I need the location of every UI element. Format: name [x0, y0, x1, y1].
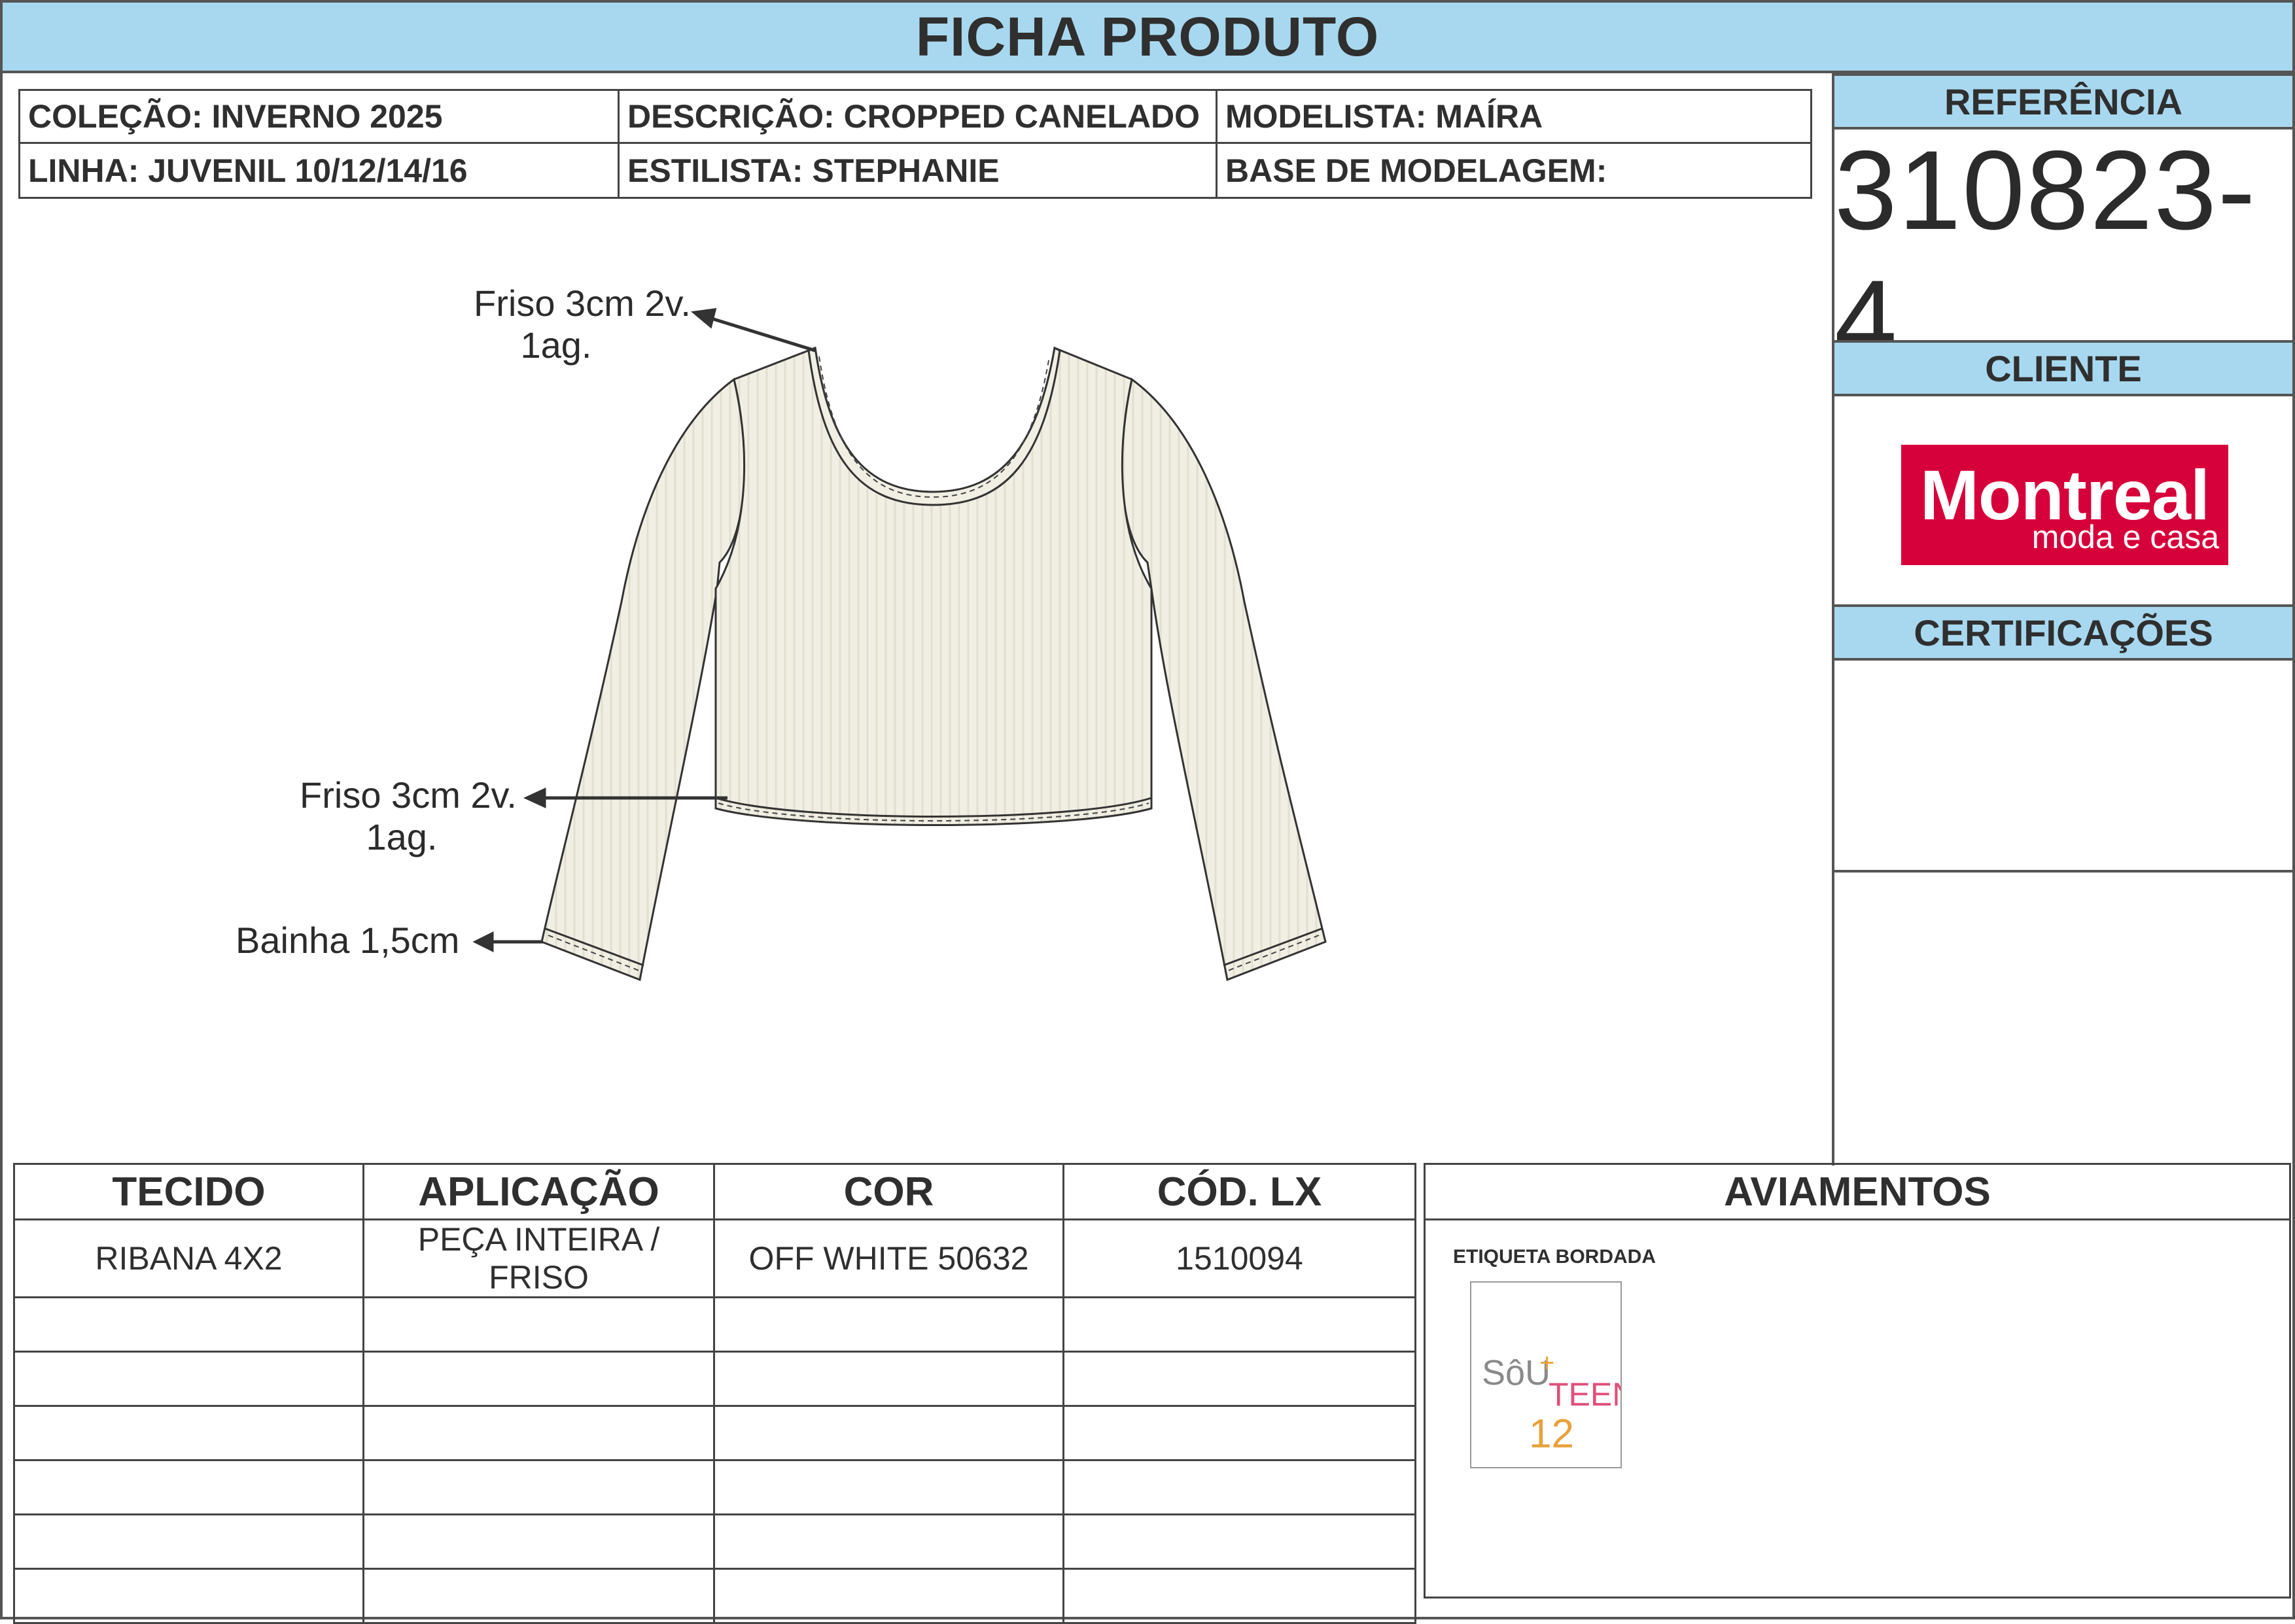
table-cell [362, 1351, 715, 1407]
table-cell [713, 1405, 1064, 1461]
montreal-logo: Montreal moda e casa [1901, 445, 2228, 565]
col-cod-lx: CÓD. LX [1062, 1163, 1416, 1220]
embroidered-tag-image: SôU + TEEN 12 [1470, 1281, 1636, 1468]
table-row [13, 1459, 1416, 1515]
fabric-table-header: TECIDO APLICAÇÃO COR CÓD. LX [13, 1163, 1416, 1220]
table-cell: 1510094 [1062, 1218, 1416, 1298]
annotation-friso-neck: Friso 3cm 2v. 1ag. [458, 283, 707, 366]
table-cell [1062, 1568, 1416, 1624]
table-cell [362, 1513, 715, 1570]
table-cell [13, 1351, 364, 1407]
table-cell [713, 1351, 1064, 1407]
table-cell [13, 1568, 364, 1624]
table-cell [713, 1296, 1064, 1353]
tag-text-size: 12 [1529, 1411, 1574, 1457]
referencia-header: REFERÊNCIA [1834, 73, 2292, 130]
logo-tagline: moda e casa [2031, 519, 2219, 555]
certificacoes-header: CERTIFICAÇÕES [1834, 604, 2292, 661]
garment-body [714, 346, 1153, 826]
table-cell [13, 1405, 364, 1461]
table-cell [1062, 1459, 1416, 1515]
table-cell [362, 1405, 715, 1461]
referencia-number: 310823-4 [1834, 128, 2257, 383]
table-row [13, 1568, 1416, 1624]
table-cell [13, 1296, 364, 1353]
table-row [13, 1513, 1416, 1570]
annotation-bainha: Bainha 1,5cm [236, 920, 460, 961]
tag-text-teen: TEEN [1549, 1376, 1621, 1413]
annotation-friso-hem: Friso 3cm 2v. 1ag. [284, 774, 533, 858]
table-row: RIBANA 4X2 PEÇA INTEIRA / FRISO OFF WHIT… [13, 1218, 1416, 1298]
left-sleeve [540, 377, 746, 982]
table-cell [1062, 1405, 1416, 1461]
garment-sketch [472, 308, 1327, 982]
tag-text-plus: + [1539, 1349, 1554, 1377]
table-cell [362, 1459, 715, 1515]
table-cell [362, 1568, 715, 1624]
table-cell [1062, 1351, 1416, 1407]
certificacoes-divider [1834, 870, 2292, 872]
table-cell [362, 1296, 715, 1353]
table-cell [713, 1568, 1064, 1624]
table-cell [713, 1459, 1064, 1515]
table-cell [1062, 1296, 1416, 1353]
col-aplicacao: APLICAÇÃO [362, 1163, 715, 1220]
table-cell: PEÇA INTEIRA / FRISO [362, 1218, 715, 1298]
table-cell: RIBANA 4X2 [13, 1218, 364, 1298]
table-cell [1062, 1513, 1416, 1570]
aviamentos-title: AVIAMENTOS [1426, 1165, 2289, 1220]
cliente-header: CLIENTE [1834, 340, 2292, 396]
annotation-friso-hem-line2: 1ag. [366, 816, 438, 857]
table-row [13, 1351, 1416, 1407]
table-cell [13, 1459, 364, 1515]
table-cell [13, 1513, 364, 1570]
annotation-friso-neck-line1: Friso 3cm 2v. [474, 283, 691, 324]
aviamentos-panel: AVIAMENTOS ETIQUETA BORDADA SôU + TEEN 1… [1424, 1163, 2291, 1598]
right-sleeve [1121, 377, 1327, 982]
table-cell: OFF WHITE 50632 [713, 1218, 1064, 1298]
annotation-friso-hem-line1: Friso 3cm 2v. [300, 774, 517, 816]
col-tecido: TECIDO [13, 1163, 364, 1220]
table-row [13, 1296, 1416, 1353]
col-cor: COR [713, 1163, 1064, 1220]
table-cell [713, 1513, 1064, 1570]
table-row [13, 1405, 1416, 1461]
etiqueta-label: ETIQUETA BORDADA [1453, 1246, 1656, 1268]
fabric-table: TECIDO APLICAÇÃO COR CÓD. LX RIBANA 4X2 … [13, 1163, 1416, 1624]
annotation-friso-neck-line2: 1ag. [520, 324, 592, 366]
